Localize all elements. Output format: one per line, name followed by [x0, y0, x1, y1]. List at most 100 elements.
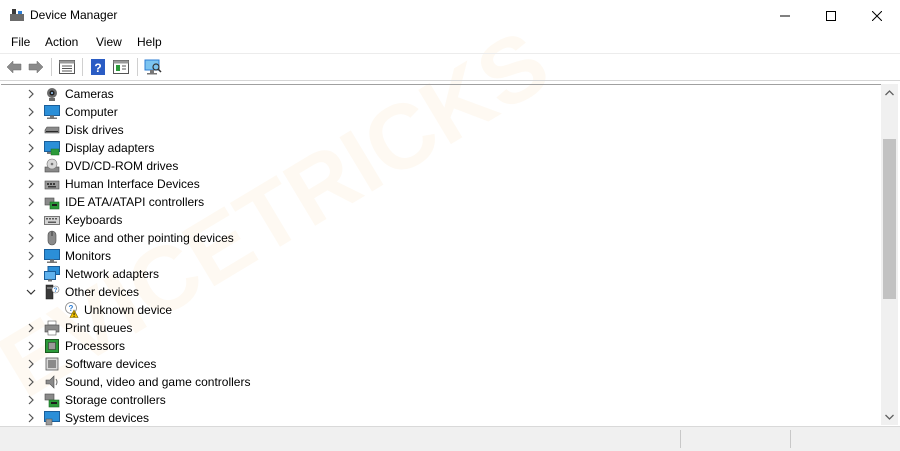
tree-item-mice-and-pointing-devices[interactable]: Mice and other pointing devices: [1, 229, 871, 247]
device-manager-icon: [9, 8, 25, 22]
network-adapter-icon: [44, 266, 60, 282]
tree-item-ide-ata-atapi-controllers[interactable]: IDE ATA/ATAPI controllers: [1, 193, 871, 211]
update-driver-button[interactable]: [112, 58, 130, 76]
back-button[interactable]: [5, 58, 23, 76]
tree-item-monitors[interactable]: Monitors: [1, 247, 871, 265]
tree-item-label: Computer: [65, 105, 118, 119]
title-bar: Device Manager: [0, 0, 900, 31]
chevron-right-icon[interactable]: [26, 395, 36, 405]
chevron-right-icon[interactable]: [26, 107, 36, 117]
tree-item-label: Monitors: [65, 249, 112, 263]
chevron-right-icon[interactable]: [26, 359, 36, 369]
tree-item-display-adapters[interactable]: Display adapters: [1, 139, 871, 157]
chevron-right-icon[interactable]: [26, 269, 36, 279]
tree-item-human-interface-devices[interactable]: Human Interface Devices: [1, 175, 871, 193]
ide-controller-icon: [44, 197, 60, 210]
tree-item-dvd-cdrom-drives[interactable]: DVD/CD-ROM drives: [1, 157, 871, 175]
tree-item-label: Other devices: [65, 285, 140, 299]
chevron-right-icon[interactable]: [26, 323, 36, 333]
software-device-icon: [45, 357, 59, 371]
computer-icon: [44, 105, 60, 119]
other-devices-icon: ?: [45, 284, 60, 300]
tree-item-label: IDE ATA/ATAPI controllers: [65, 195, 205, 209]
chevron-right-icon[interactable]: [26, 341, 36, 351]
storage-controller-icon: [44, 393, 60, 408]
speaker-icon: [45, 375, 58, 389]
tree-item-unknown-device[interactable]: ? Unknown device: [1, 301, 871, 319]
tree-item-label: Storage controllers: [65, 393, 166, 407]
minimize-button[interactable]: [762, 0, 808, 31]
processor-icon: [45, 339, 59, 353]
menu-bar: File Action View Help: [0, 31, 900, 54]
tree-item-label: Software devices: [65, 357, 157, 371]
toolbar-separator: [137, 58, 138, 76]
tree-item-system-devices[interactable]: System devices: [1, 409, 871, 426]
tree-item-other-devices[interactable]: ? Other devices: [1, 283, 871, 301]
chevron-right-icon[interactable]: [26, 215, 36, 225]
tree-item-label: System devices: [65, 411, 150, 425]
menu-action[interactable]: Action: [45, 35, 78, 49]
chevron-down-icon[interactable]: [26, 287, 36, 297]
tree-item-software-devices[interactable]: Software devices: [1, 355, 871, 373]
tree-item-keyboards[interactable]: Keyboards: [1, 211, 871, 229]
scan-hardware-icon: [144, 59, 162, 75]
tree-item-network-adapters[interactable]: Network adapters: [1, 265, 871, 283]
forward-button[interactable]: [27, 58, 45, 76]
status-separator: [790, 430, 791, 448]
chevron-right-icon[interactable]: [26, 143, 36, 153]
tree-item-cameras[interactable]: Cameras: [1, 85, 871, 103]
menu-help[interactable]: Help: [137, 35, 162, 49]
chevron-right-icon[interactable]: [26, 413, 36, 423]
close-button[interactable]: [854, 0, 900, 31]
toolbar-separator: [82, 58, 83, 76]
monitor-icon: [44, 249, 60, 263]
chevron-right-icon[interactable]: [26, 377, 36, 387]
back-icon: [6, 60, 22, 74]
update-driver-icon: [113, 60, 129, 74]
device-tree: Cameras Computer Disk drives Display ada…: [1, 84, 881, 426]
close-icon: [872, 10, 882, 21]
tree-item-label: Display adapters: [65, 141, 155, 155]
chevron-right-icon[interactable]: [26, 89, 36, 99]
tree-item-processors[interactable]: Processors: [1, 337, 871, 355]
properties-button[interactable]: [58, 58, 76, 76]
chevron-right-icon[interactable]: [26, 179, 36, 189]
tree-item-label: Cameras: [65, 87, 114, 101]
help-button[interactable]: ?: [89, 58, 107, 76]
tree-item-label: Sound, video and game controllers: [65, 375, 251, 389]
tree-item-label: Mice and other pointing devices: [65, 231, 234, 245]
help-icon: ?: [91, 59, 105, 75]
maximize-icon: [826, 10, 836, 21]
menu-view[interactable]: View: [96, 35, 122, 49]
scroll-down-button[interactable]: [881, 408, 898, 425]
scrollbar-thumb[interactable]: [883, 139, 896, 299]
keyboard-icon: [44, 216, 60, 225]
tree-item-label: Print queues: [65, 321, 133, 335]
toolbar-separator: [51, 58, 52, 76]
chevron-right-icon[interactable]: [26, 197, 36, 207]
mouse-icon: [47, 230, 57, 246]
chevron-right-icon[interactable]: [26, 161, 36, 171]
vertical-scrollbar[interactable]: [881, 84, 898, 425]
tree-item-print-queues[interactable]: Print queues: [1, 319, 871, 337]
scan-hardware-button[interactable]: [144, 58, 162, 76]
properties-icon: [59, 60, 75, 74]
tree-item-disk-drives[interactable]: Disk drives: [1, 121, 871, 139]
chevron-right-icon[interactable]: [26, 125, 36, 135]
chevron-right-icon[interactable]: [26, 251, 36, 261]
svg-text:?: ?: [94, 61, 101, 75]
disk-drive-icon: [44, 126, 60, 134]
scroll-up-button[interactable]: [881, 84, 898, 101]
chevron-right-icon[interactable]: [26, 233, 36, 243]
dvd-drive-icon: [44, 158, 60, 173]
menu-file[interactable]: File: [11, 35, 30, 49]
status-bar: [0, 426, 900, 451]
tree-item-storage-controllers[interactable]: Storage controllers: [1, 391, 871, 409]
system-devices-icon: [44, 411, 60, 426]
maximize-button[interactable]: [808, 0, 854, 31]
printer-icon: [44, 320, 60, 336]
tree-item-sound-video-game-controllers[interactable]: Sound, video and game controllers: [1, 373, 871, 391]
tree-item-computer[interactable]: Computer: [1, 103, 871, 121]
tree-item-label: Processors: [65, 339, 126, 353]
tree-item-label: Network adapters: [65, 267, 160, 281]
